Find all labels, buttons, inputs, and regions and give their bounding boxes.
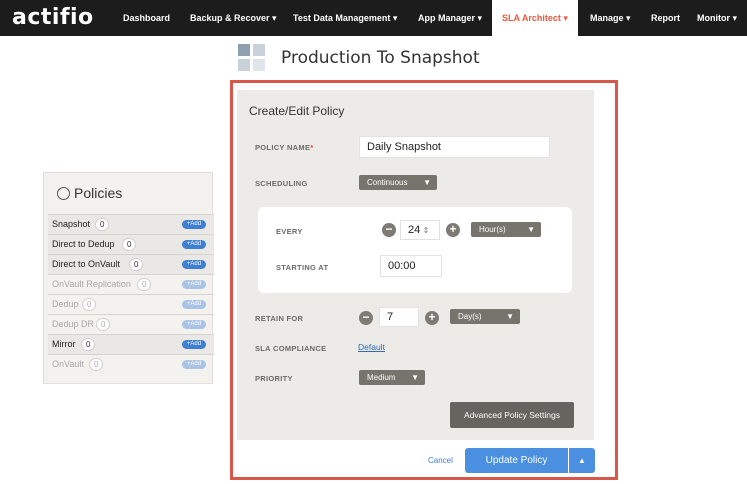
caret-down-icon: ▼ bbox=[411, 373, 419, 382]
policy-label: OnVault bbox=[52, 359, 84, 369]
policy-row-snapshot[interactable]: Snapshot 0 +Add bbox=[48, 214, 214, 234]
caret-down-icon: ▼ bbox=[423, 178, 431, 187]
policy-count-badge: 0 bbox=[81, 338, 96, 351]
nav-test-data-management[interactable]: Test Data Management ▾ bbox=[293, 0, 397, 36]
policy-label: Direct to Dedup bbox=[52, 239, 115, 249]
policy-count-badge: 0 bbox=[89, 358, 104, 371]
increment-every-button[interactable]: + bbox=[446, 223, 460, 237]
every-value: 24 bbox=[408, 224, 421, 236]
policy-row-onvault-replication: OnVault Replication 0 +Add bbox=[48, 274, 214, 294]
top-nav-bar: actifio Dashboard Backup & Recover ▾ Tes… bbox=[0, 0, 747, 36]
add-policy-button: +Add bbox=[182, 300, 206, 309]
add-policy-button: +Add bbox=[182, 360, 206, 369]
priority-select[interactable]: Medium ▼ bbox=[359, 370, 425, 385]
update-policy-button[interactable]: Update Policy bbox=[465, 448, 568, 473]
page-title: Production To Snapshot bbox=[281, 48, 480, 68]
add-policy-button: +Add bbox=[182, 280, 206, 289]
every-stepper-input[interactable]: 24 ⇕ bbox=[400, 220, 440, 240]
policy-label: Mirror bbox=[52, 339, 76, 349]
policy-name-label: POLICY NAME* bbox=[255, 143, 314, 152]
required-marker: * bbox=[310, 143, 314, 152]
scheduling-select[interactable]: Continuous ▼ bbox=[359, 175, 437, 190]
add-policy-button[interactable]: +Add bbox=[182, 260, 206, 269]
template-grid-icon bbox=[238, 44, 266, 72]
retain-for-label: RETAIN FOR bbox=[255, 314, 304, 323]
circle-icon bbox=[57, 187, 70, 200]
form-title: Create/Edit Policy bbox=[249, 104, 345, 118]
starting-at-label: STARTING AT bbox=[276, 263, 329, 272]
policy-row-direct-to-onvault[interactable]: Direct to OnVault 0 +Add bbox=[48, 254, 214, 274]
add-policy-button: +Add bbox=[182, 320, 206, 329]
retain-for-input[interactable]: 7 bbox=[379, 307, 419, 327]
nav-app-manager[interactable]: App Manager ▾ bbox=[418, 0, 482, 36]
policy-count-badge: 0 bbox=[82, 298, 97, 311]
policy-count-badge: 0 bbox=[122, 238, 137, 251]
priority-value: Medium bbox=[367, 373, 396, 382]
policy-count-badge: 0 bbox=[137, 278, 152, 291]
policy-label: Dedup DR bbox=[52, 319, 95, 329]
scheduling-value: Continuous bbox=[367, 178, 408, 187]
cancel-button[interactable]: Cancel bbox=[428, 456, 453, 465]
policies-header: Policies bbox=[44, 173, 214, 213]
decrement-every-button[interactable]: − bbox=[382, 223, 396, 237]
policy-row-dedup-dr: Dedup DR 0 +Add bbox=[48, 314, 214, 334]
add-policy-button[interactable]: +Add bbox=[182, 240, 206, 249]
nav-sla-architect[interactable]: SLA Architect ▾ bbox=[492, 0, 578, 36]
actifio-logo[interactable]: actifio bbox=[12, 5, 94, 30]
retain-unit-select[interactable]: Day(s) ▼ bbox=[450, 309, 520, 324]
policy-row-mirror[interactable]: Mirror 0 +Add bbox=[48, 334, 214, 354]
policies-title: Policies bbox=[74, 185, 123, 201]
advanced-policy-settings-button[interactable]: Advanced Policy Settings bbox=[450, 402, 574, 428]
policy-row-direct-to-dedup[interactable]: Direct to Dedup 0 +Add bbox=[48, 234, 214, 254]
scheduling-label: SCHEDULING bbox=[255, 179, 308, 188]
sla-compliance-label: SLA COMPLIANCE bbox=[255, 344, 327, 353]
policy-label: OnVault Replication bbox=[52, 279, 131, 289]
add-policy-button[interactable]: +Add bbox=[182, 340, 206, 349]
caret-up-icon[interactable]: ▲ bbox=[569, 448, 595, 473]
nav-report[interactable]: Report bbox=[651, 0, 680, 36]
caret-down-icon: ▼ bbox=[506, 312, 514, 321]
nav-dashboard[interactable]: Dashboard bbox=[123, 0, 170, 36]
caret-down-icon: ▼ bbox=[527, 225, 535, 234]
policy-count-badge: 0 bbox=[96, 318, 111, 331]
policy-row-dedup: Dedup 0 +Add bbox=[48, 294, 214, 314]
retain-unit-value: Day(s) bbox=[458, 312, 482, 321]
policy-label: Dedup bbox=[52, 299, 79, 309]
policy-label: Direct to OnVault bbox=[52, 259, 120, 269]
nav-manage[interactable]: Manage ▾ bbox=[590, 0, 631, 36]
increment-retain-button[interactable]: + bbox=[425, 311, 439, 325]
nav-monitor[interactable]: Monitor ▾ bbox=[697, 0, 737, 36]
policy-count-badge: 0 bbox=[129, 258, 144, 271]
policies-panel: Policies Snapshot 0 +Add Direct to Dedup… bbox=[43, 172, 214, 384]
every-label: EVERY bbox=[276, 227, 303, 236]
decrement-retain-button[interactable]: − bbox=[359, 311, 373, 325]
policy-row-onvault: OnVault 0 +Add bbox=[48, 354, 214, 374]
nav-backup-recover[interactable]: Backup & Recover ▾ bbox=[190, 0, 277, 36]
policy-name-input[interactable]: Daily Snapshot bbox=[359, 136, 550, 158]
add-policy-button[interactable]: +Add bbox=[182, 220, 206, 229]
every-unit-select[interactable]: Hour(s) ▼ bbox=[471, 222, 541, 237]
sla-compliance-link[interactable]: Default bbox=[358, 342, 385, 352]
policy-count-badge: 0 bbox=[95, 218, 110, 231]
starting-at-input[interactable]: 00:00 bbox=[380, 255, 442, 277]
every-unit-value: Hour(s) bbox=[479, 225, 506, 234]
priority-label: PRIORITY bbox=[255, 374, 293, 383]
policy-label: Snapshot bbox=[52, 219, 91, 229]
